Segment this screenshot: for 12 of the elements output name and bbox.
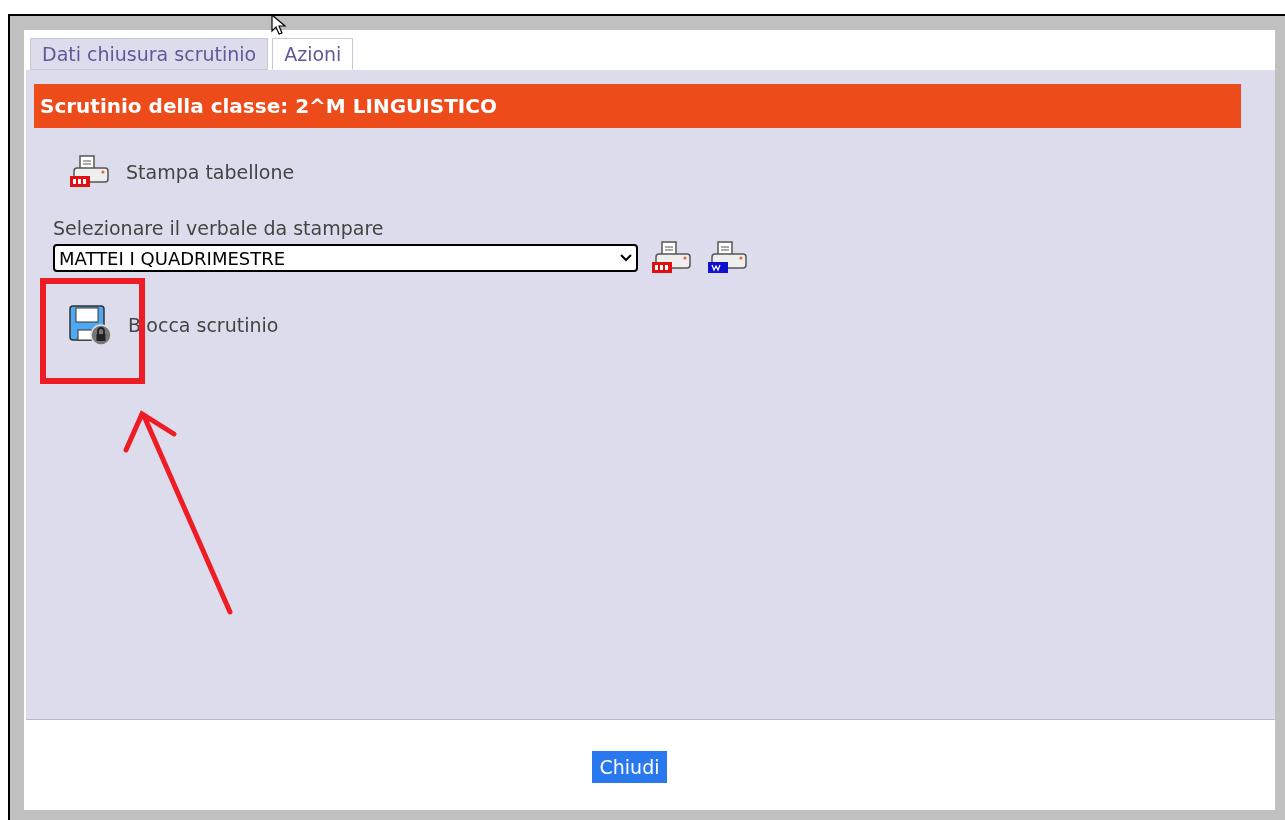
report-label: Selezionare il verbale da stampare (53, 216, 385, 240)
print-board-link[interactable]: Stampa tabellone (126, 157, 295, 187)
word-printer-icon[interactable] (706, 240, 750, 276)
pdf-printer-icon[interactable] (68, 154, 112, 190)
tab[interactable]: Dati chiusura scrutinio (30, 38, 269, 70)
close-button[interactable]: Chiudi (591, 751, 668, 783)
locked-save-icon[interactable] (68, 304, 114, 346)
chevron-down-icon (620, 254, 632, 262)
report-select[interactable]: MATTEI I QUADRIMESTRE (53, 244, 638, 272)
tab[interactable]: Azioni (272, 38, 354, 70)
pdf-printer-icon[interactable] (650, 240, 694, 276)
class-header: Scrutinio della classe: 2^M LINGUISTICO (34, 84, 1241, 128)
